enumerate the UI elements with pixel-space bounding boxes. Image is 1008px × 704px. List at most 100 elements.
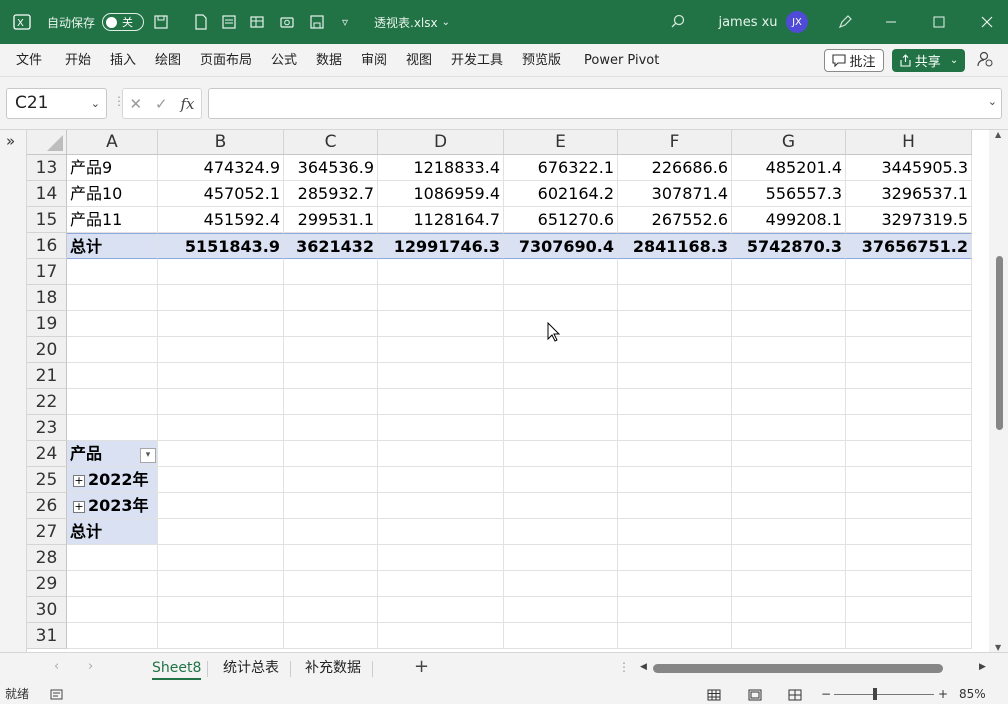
- enter-icon[interactable]: ✓: [155, 95, 168, 113]
- cell-a16[interactable]: 总计: [67, 233, 158, 259]
- cell-g16[interactable]: 5742870.3: [732, 233, 846, 259]
- cell-c22[interactable]: [284, 389, 378, 415]
- cell-h17[interactable]: [846, 259, 972, 285]
- cell-b29[interactable]: [158, 571, 284, 597]
- expand-icon[interactable]: +: [73, 474, 85, 487]
- cell-e29[interactable]: [504, 571, 618, 597]
- share-button[interactable]: 共享 ⌄: [892, 49, 965, 72]
- cell-h31[interactable]: [846, 623, 972, 649]
- cell-e25[interactable]: [504, 467, 618, 493]
- accessibility-icon[interactable]: [50, 684, 63, 704]
- cell-b28[interactable]: [158, 545, 284, 571]
- horizontal-scroll-thumb[interactable]: [653, 664, 943, 673]
- cell-f25[interactable]: [618, 467, 732, 493]
- row-header-20[interactable]: 20: [27, 337, 67, 363]
- cell-a29[interactable]: [67, 571, 158, 597]
- row-header-23[interactable]: 23: [27, 415, 67, 441]
- cell-a20[interactable]: [67, 337, 158, 363]
- cell-e13[interactable]: 676322.1: [504, 155, 618, 181]
- cell-f24[interactable]: [618, 441, 732, 467]
- row-header-13[interactable]: 13: [27, 155, 67, 181]
- cell-g27[interactable]: [732, 519, 846, 545]
- cell-b23[interactable]: [158, 415, 284, 441]
- cell-h26[interactable]: [846, 493, 972, 519]
- cell-c19[interactable]: [284, 311, 378, 337]
- cell-c28[interactable]: [284, 545, 378, 571]
- cell-d18[interactable]: [378, 285, 504, 311]
- sheet-tab-sheet8[interactable]: Sheet8: [152, 653, 202, 683]
- save-as-icon[interactable]: [306, 0, 328, 44]
- cell-c18[interactable]: [284, 285, 378, 311]
- cell-b19[interactable]: [158, 311, 284, 337]
- cell-e23[interactable]: [504, 415, 618, 441]
- cell-b13[interactable]: 474324.9: [158, 155, 284, 181]
- cell-h23[interactable]: [846, 415, 972, 441]
- cell-h20[interactable]: [846, 337, 972, 363]
- cell-b30[interactable]: [158, 597, 284, 623]
- tab-file[interactable]: 文件: [16, 44, 42, 77]
- scroll-down-icon[interactable]: ▼: [995, 643, 1001, 652]
- zoom-slider-thumb[interactable]: [873, 688, 877, 700]
- cell-e14[interactable]: 602164.2: [504, 181, 618, 207]
- cell-g19[interactable]: [732, 311, 846, 337]
- tab-review[interactable]: 审阅: [361, 44, 387, 77]
- cell-b18[interactable]: [158, 285, 284, 311]
- cell-d31[interactable]: [378, 623, 504, 649]
- cell-f30[interactable]: [618, 597, 732, 623]
- cell-d20[interactable]: [378, 337, 504, 363]
- column-header-c[interactable]: C: [284, 130, 378, 155]
- cell-c30[interactable]: [284, 597, 378, 623]
- cell-b26[interactable]: [158, 493, 284, 519]
- previous-sheet-icon[interactable]: ‹: [54, 659, 59, 674]
- cell-e22[interactable]: [504, 389, 618, 415]
- cell-g29[interactable]: [732, 571, 846, 597]
- cell-g15[interactable]: 499208.1: [732, 207, 846, 233]
- scroll-left-icon[interactable]: ◀: [640, 662, 647, 672]
- cell-h13[interactable]: 3445905.3: [846, 155, 972, 181]
- file-name[interactable]: 透视表.xlsx ⌄: [372, 0, 452, 44]
- page-layout-icon[interactable]: [748, 684, 762, 704]
- cell-c27[interactable]: [284, 519, 378, 545]
- cell-b27[interactable]: [158, 519, 284, 545]
- cell-e17[interactable]: [504, 259, 618, 285]
- cell-b14[interactable]: 457052.1: [158, 181, 284, 207]
- cell-a19[interactable]: [67, 311, 158, 337]
- cell-d28[interactable]: [378, 545, 504, 571]
- cell-f21[interactable]: [618, 363, 732, 389]
- cell-a24[interactable]: 产品 ▾: [67, 441, 158, 467]
- cell-f26[interactable]: [618, 493, 732, 519]
- cell-a28[interactable]: [67, 545, 158, 571]
- cell-e31[interactable]: [504, 623, 618, 649]
- row-header-25[interactable]: 25: [27, 467, 67, 493]
- cell-h16[interactable]: 37656751.2: [846, 233, 972, 259]
- column-header-f[interactable]: F: [618, 130, 732, 155]
- column-header-b[interactable]: B: [158, 130, 284, 155]
- tab-view[interactable]: 视图: [406, 44, 432, 77]
- insert-function-button[interactable]: fx: [181, 95, 195, 113]
- cell-a17[interactable]: [67, 259, 158, 285]
- cell-c15[interactable]: 299531.1: [284, 207, 378, 233]
- sheet-tab-summary[interactable]: 统计总表: [223, 653, 279, 683]
- cell-d14[interactable]: 1086959.4: [378, 181, 504, 207]
- vertical-scroll-thumb[interactable]: [996, 256, 1003, 430]
- cell-d26[interactable]: [378, 493, 504, 519]
- row-header-24[interactable]: 24: [27, 441, 67, 467]
- cell-f23[interactable]: [618, 415, 732, 441]
- cell-g22[interactable]: [732, 389, 846, 415]
- cell-f20[interactable]: [618, 337, 732, 363]
- cell-b24[interactable]: [158, 441, 284, 467]
- row-header-15[interactable]: 15: [27, 207, 67, 233]
- cell-e27[interactable]: [504, 519, 618, 545]
- cancel-icon[interactable]: ✕: [129, 95, 142, 113]
- tab-power-pivot[interactable]: Power Pivot: [584, 44, 659, 77]
- cell-b15[interactable]: 451592.4: [158, 207, 284, 233]
- cell-a14[interactable]: 产品10: [67, 181, 158, 207]
- row-header-27[interactable]: 27: [27, 519, 67, 545]
- cell-g13[interactable]: 485201.4: [732, 155, 846, 181]
- cell-g18[interactable]: [732, 285, 846, 311]
- cell-g23[interactable]: [732, 415, 846, 441]
- zoom-level[interactable]: 85%: [959, 684, 986, 704]
- expand-panel-icon[interactable]: »: [6, 132, 15, 150]
- cell-c29[interactable]: [284, 571, 378, 597]
- cell-g28[interactable]: [732, 545, 846, 571]
